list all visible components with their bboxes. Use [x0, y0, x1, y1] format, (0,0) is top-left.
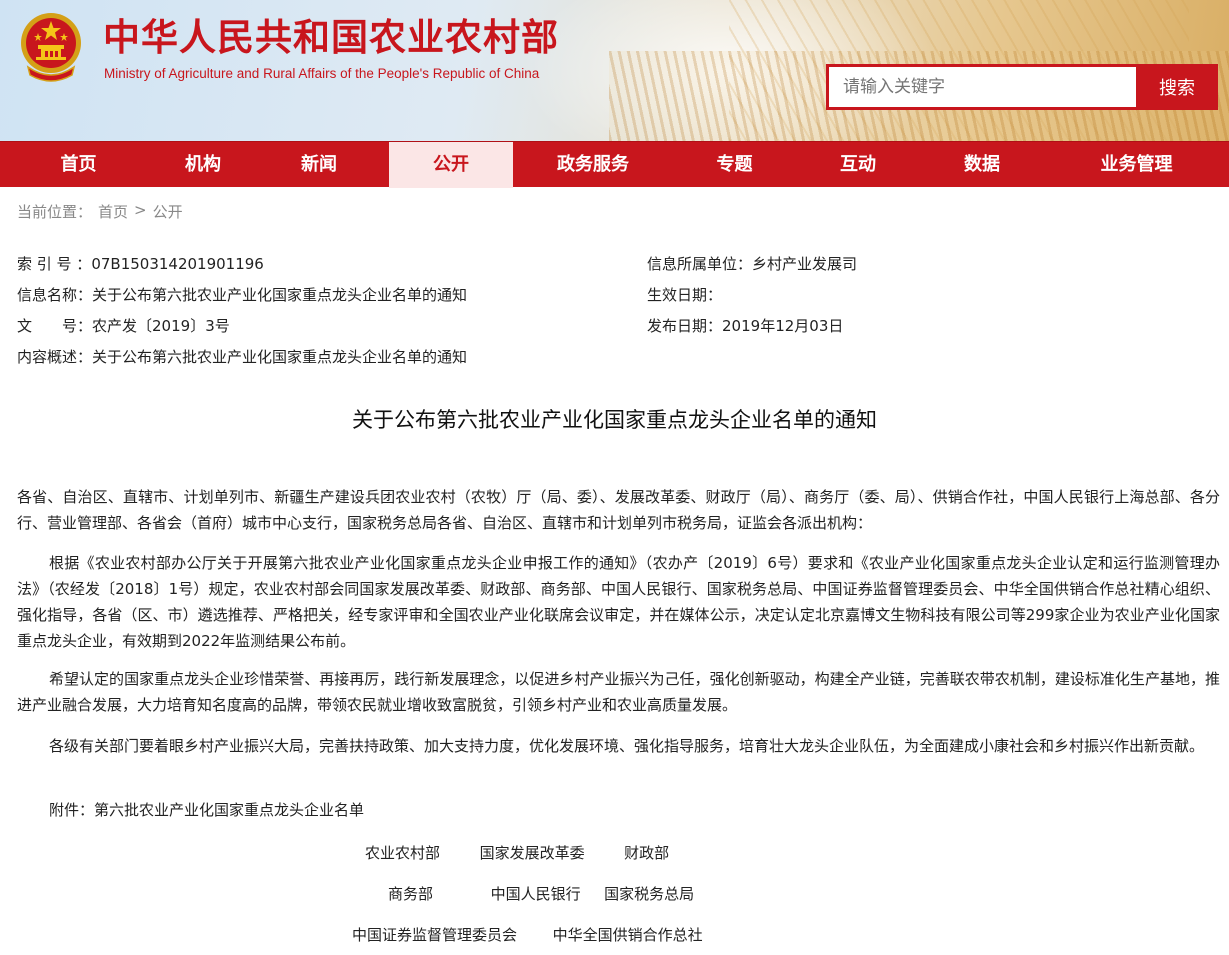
meta-unit-value: 乡村产业发展司	[752, 255, 858, 273]
meta-publish: 发布日期：2019年12月03日	[647, 316, 843, 336]
signatory: 中华全国供销合作总社	[552, 926, 703, 944]
nav-item-home[interactable]: 首页	[0, 142, 157, 188]
nav-item-topics[interactable]: 专题	[673, 142, 796, 188]
signatory: 国家税务总局	[604, 885, 695, 903]
breadcrumb-home-link[interactable]: 首页	[98, 201, 128, 222]
signatory: 财政部	[624, 844, 670, 862]
meta-unit: 信息所属单位：乡村产业发展司	[647, 254, 857, 274]
nav-item-services[interactable]: 政务服务	[513, 142, 673, 188]
national-emblem-icon[interactable]	[16, 9, 86, 85]
nav-item-public[interactable]: 公开	[389, 142, 513, 188]
meta-name: 信息名称：关于公布第六批农业产业化国家重点龙头企业名单的通知	[17, 285, 467, 305]
breadcrumb-current-link[interactable]: 公开	[153, 201, 183, 222]
meta-docno-value: 农产发〔2019〕3号	[92, 317, 230, 335]
nav-item-interaction[interactable]: 互动	[796, 142, 920, 188]
site-title[interactable]: 中华人民共和国农业农村部	[103, 14, 559, 60]
nav-item-organization[interactable]: 机构	[157, 142, 249, 188]
breadcrumb: 当前位置： 首页 > 公开	[17, 201, 183, 222]
meta-publish-label: 发布日期：	[647, 317, 723, 335]
signatory-row-2: 商务部 中国人民银行 国家税务总局	[388, 883, 694, 904]
signatory: 农业农村部	[365, 844, 441, 862]
document-title: 关于公布第六批农业产业化国家重点龙头企业名单的通知	[352, 408, 877, 432]
meta-effective: 生效日期：	[647, 285, 722, 305]
meta-index: 索 引 号 ：07B150314201901196	[17, 254, 264, 274]
document-attachment-link[interactable]: 附件：第六批农业产业化国家重点龙头企业名单	[17, 797, 1220, 823]
meta-unit-label: 信息所属单位：	[647, 255, 753, 273]
signatory-row-3: 中国证券监督管理委员会 中华全国供销合作总社	[352, 924, 703, 945]
meta-name-value: 关于公布第六批农业产业化国家重点龙头企业名单的通知	[92, 286, 468, 304]
signatory: 商务部	[388, 885, 434, 903]
search-bar: 搜索	[826, 64, 1218, 110]
signatory: 中国证券监督管理委员会	[352, 926, 518, 944]
meta-index-value: 07B150314201901196	[91, 255, 264, 273]
document-paragraph-3: 各级有关部门要着眼乡村产业振兴大局，完善扶持政策、加大支持力度，优化发展环境、强…	[49, 737, 1205, 755]
site-header: 中华人民共和国农业农村部 Ministry of Agriculture and…	[0, 0, 1229, 141]
nav-item-news[interactable]: 新闻	[249, 142, 389, 188]
meta-docno-label: 文 号：	[17, 317, 93, 335]
breadcrumb-prefix: 当前位置：	[17, 203, 93, 221]
site-subtitle: Ministry of Agriculture and Rural Affair…	[104, 66, 540, 81]
breadcrumb-separator: >	[134, 201, 147, 219]
document-addressee: 各省、自治区、直辖市、计划单列市、新疆生产建设兵团农业农村（农牧）厅（局、委）、…	[17, 488, 1220, 532]
meta-name-label: 信息名称：	[17, 286, 93, 304]
meta-summary-label: 内容概述：	[17, 348, 93, 366]
signatory: 中国人民银行	[490, 885, 581, 903]
nav-item-business[interactable]: 业务管理	[1044, 142, 1229, 188]
search-button[interactable]: 搜索	[1136, 64, 1218, 110]
nav-item-data[interactable]: 数据	[920, 142, 1044, 188]
search-input[interactable]	[826, 64, 1136, 110]
meta-index-label: 索 引 号 ：	[17, 255, 92, 273]
document-paragraph-1: 根据《农业农村部办公厅关于开展第六批农业产业化国家重点龙头企业申报工作的通知》（…	[17, 554, 1220, 650]
meta-effective-label: 生效日期：	[647, 286, 723, 304]
signatory-row-1: 农业农村部 国家发展改革委 财政部	[365, 842, 669, 863]
document-paragraph-2: 希望认定的国家重点龙头企业珍惜荣誉、再接再厉，践行新发展理念，以促进乡村产业振兴…	[17, 670, 1220, 714]
meta-publish-value: 2019年12月03日	[722, 317, 844, 335]
signatory: 国家发展改革委	[479, 844, 585, 862]
meta-summary-value: 关于公布第六批农业产业化国家重点龙头企业名单的通知	[92, 348, 468, 366]
meta-summary: 内容概述：关于公布第六批农业产业化国家重点龙头企业名单的通知	[17, 347, 467, 367]
meta-docno: 文 号：农产发〔2019〕3号	[17, 316, 230, 336]
main-nav: 首页 机构 新闻 公开 政务服务 专题 互动 数据 业务管理	[0, 141, 1229, 188]
